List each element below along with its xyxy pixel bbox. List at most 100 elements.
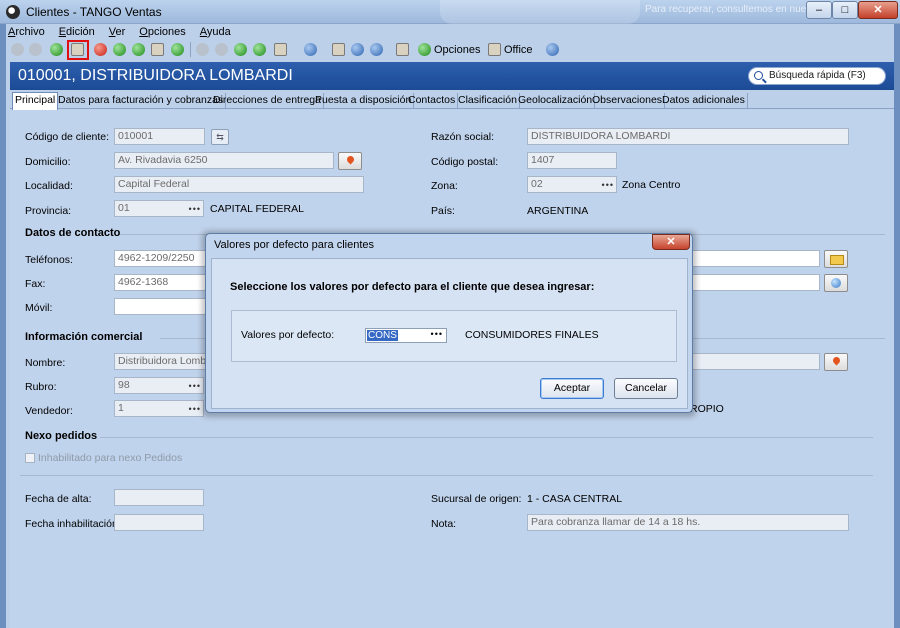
opciones-menu[interactable]: Opciones bbox=[434, 44, 480, 56]
ellipsis-icon[interactable]: ••• bbox=[189, 203, 201, 216]
defaults-label: Valores por defecto: bbox=[241, 329, 335, 341]
mail-icon[interactable] bbox=[824, 250, 848, 268]
codigo-label: Código de cliente: bbox=[25, 131, 110, 143]
tab-puesta[interactable]: Puesta a disposición bbox=[313, 93, 415, 109]
web-input[interactable] bbox=[690, 274, 820, 291]
maximize-button[interactable]: □ bbox=[832, 1, 858, 19]
email-input[interactable] bbox=[690, 250, 820, 267]
cp-input[interactable]: 1407 bbox=[527, 152, 617, 169]
sort-icon[interactable] bbox=[370, 43, 383, 56]
menu-opciones[interactable]: Opciones bbox=[139, 26, 185, 38]
filter-icon[interactable] bbox=[304, 43, 317, 56]
vendedor-input[interactable]: 1 ••• bbox=[114, 400, 204, 417]
domicilio-input[interactable]: Av. Rivadavia 6250 bbox=[114, 152, 334, 169]
menu-edicion[interactable]: Edición bbox=[59, 26, 95, 38]
rubro-label: Rubro: bbox=[25, 381, 57, 393]
cp-label: Código postal: bbox=[431, 156, 499, 168]
telefonos-input[interactable]: 4962-1209/2250 bbox=[114, 250, 214, 267]
delete-icon[interactable] bbox=[94, 43, 107, 56]
nav-next-icon[interactable] bbox=[234, 43, 247, 56]
globe-icon[interactable] bbox=[824, 274, 848, 292]
map-pin-icon[interactable] bbox=[824, 353, 848, 371]
menu-archivo[interactable]: Archivo bbox=[8, 26, 45, 38]
tab-datos-adicionales[interactable]: Datos adicionales bbox=[660, 93, 748, 109]
help-icon[interactable] bbox=[546, 43, 559, 56]
print-icon[interactable] bbox=[151, 43, 164, 56]
provincia-label: Provincia: bbox=[25, 205, 72, 217]
razon-input[interactable]: DISTRIBUIDORA LOMBARDI bbox=[527, 128, 849, 145]
section-divider bbox=[20, 475, 873, 476]
cancel-icon[interactable] bbox=[29, 43, 42, 56]
favorite-icon[interactable] bbox=[351, 43, 364, 56]
ellipsis-icon[interactable]: ••• bbox=[189, 403, 201, 416]
export-icon[interactable] bbox=[396, 43, 409, 56]
add-icon[interactable] bbox=[50, 43, 63, 56]
telefonos-label: Teléfonos: bbox=[25, 254, 73, 266]
dialog-prompt: Seleccione los valores por defecto para … bbox=[230, 281, 595, 293]
ellipsis-icon[interactable]: ••• bbox=[431, 329, 443, 339]
ellipsis-icon[interactable]: ••• bbox=[189, 380, 201, 393]
tab-geolocalizacion[interactable]: Geolocalización bbox=[516, 93, 596, 109]
localidad-label: Localidad: bbox=[25, 180, 73, 192]
office-icon[interactable] bbox=[488, 43, 501, 56]
dialog-body: Seleccione los valores por defecto para … bbox=[211, 258, 688, 409]
provincia-input[interactable]: 01 ••• bbox=[114, 200, 204, 217]
fax-input[interactable]: 4962-1368 bbox=[114, 274, 214, 291]
alta-input[interactable] bbox=[114, 489, 204, 506]
nombre-input[interactable]: Distribuidora Lombard bbox=[114, 353, 214, 370]
inhab-label: Fecha inhabilitación: bbox=[25, 518, 121, 530]
zona-code: 02 bbox=[531, 178, 543, 190]
ellipsis-icon[interactable]: ••• bbox=[602, 179, 614, 192]
previous-record-icon[interactable] bbox=[132, 43, 145, 56]
defaults-input[interactable]: CONS ••• bbox=[365, 328, 447, 343]
rubro-input[interactable]: 98 ••• bbox=[114, 377, 204, 394]
zona-name: Zona Centro bbox=[622, 179, 681, 191]
tab-observaciones[interactable]: Observaciones bbox=[590, 93, 666, 109]
nota-input[interactable]: Para cobranza llamar de 14 a 18 hs. bbox=[527, 514, 849, 531]
quick-search[interactable]: Búsqueda rápida (F3) bbox=[748, 67, 886, 85]
toolbar: Opciones Office bbox=[8, 40, 888, 60]
columns-icon[interactable] bbox=[332, 43, 345, 56]
tab-facturacion[interactable]: Datos para facturación y cobranzas bbox=[56, 93, 227, 109]
tab-principal[interactable]: Principal bbox=[12, 92, 59, 110]
tab-direcciones[interactable]: Direcciones de entrega bbox=[211, 93, 324, 109]
nombre-right-input[interactable] bbox=[690, 353, 820, 370]
dialog-title: Valores por defecto para clientes bbox=[214, 239, 374, 251]
options-icon[interactable] bbox=[418, 43, 431, 56]
inhab-input[interactable] bbox=[114, 514, 204, 531]
zona-input[interactable]: 02 ••• bbox=[527, 176, 617, 193]
first-record-icon[interactable] bbox=[113, 43, 126, 56]
pais-label: País: bbox=[431, 205, 455, 217]
office-menu[interactable]: Office bbox=[504, 44, 533, 56]
nav-first-icon[interactable] bbox=[196, 43, 209, 56]
movil-label: Móvil: bbox=[25, 302, 53, 314]
menu-ayuda[interactable]: Ayuda bbox=[200, 26, 231, 38]
sucursal-label: Sucursal de origen: bbox=[431, 493, 522, 505]
codigo-lookup-button[interactable]: ⇆ bbox=[211, 129, 229, 145]
movil-input[interactable] bbox=[114, 298, 214, 315]
minimize-button[interactable]: – bbox=[806, 1, 832, 19]
app-icon bbox=[6, 5, 20, 19]
cancel-button[interactable]: Cancelar bbox=[614, 378, 678, 399]
accept-button[interactable]: Aceptar bbox=[540, 378, 604, 399]
close-window-button[interactable]: ✕ bbox=[858, 1, 898, 19]
search-icon bbox=[754, 71, 763, 80]
nota-label: Nota: bbox=[431, 518, 457, 530]
fax-label: Fax: bbox=[25, 278, 46, 290]
map-pin-icon[interactable] bbox=[338, 152, 362, 170]
codigo-input[interactable]: 010001 bbox=[114, 128, 205, 145]
refresh-icon[interactable] bbox=[171, 43, 184, 56]
check-icon[interactable] bbox=[11, 43, 24, 56]
nav-last-icon[interactable] bbox=[253, 43, 266, 56]
view-icon[interactable] bbox=[274, 43, 287, 56]
dialog-close-button[interactable]: ✕ bbox=[652, 234, 690, 250]
nexo-checkbox[interactable] bbox=[25, 453, 35, 463]
default-values-dialog: Valores por defecto para clientes ✕ Sele… bbox=[205, 233, 693, 413]
titlebar-ghost bbox=[440, 0, 640, 24]
tab-clasificacion[interactable]: Clasificación bbox=[456, 93, 520, 109]
nav-prev-icon[interactable] bbox=[215, 43, 228, 56]
tab-bar: Principal Datos para facturación y cobra… bbox=[10, 92, 894, 110]
menu-ver[interactable]: Ver bbox=[109, 26, 126, 38]
localidad-input[interactable]: Capital Federal bbox=[114, 176, 364, 193]
tab-contactos[interactable]: Contactos bbox=[406, 93, 459, 109]
